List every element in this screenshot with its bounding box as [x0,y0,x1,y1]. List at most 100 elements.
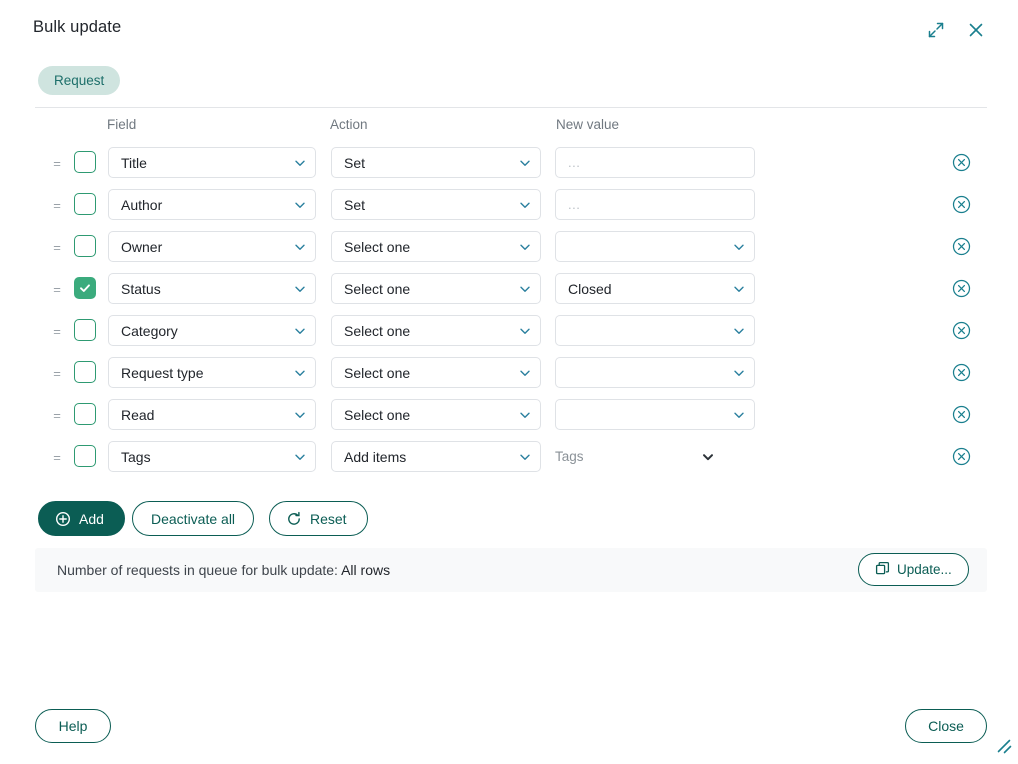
tags-picker[interactable]: Tags [555,441,715,472]
field-select[interactable]: Owner [108,231,316,262]
action-select[interactable]: Set [331,189,541,220]
field-select[interactable]: Request type [108,357,316,388]
remove-circle-icon[interactable] [950,151,972,173]
resize-grip-icon[interactable] [994,736,1014,756]
chevron-down-icon [726,408,746,422]
table-row: = Category Select one [0,314,1018,356]
drag-handle-icon[interactable]: = [50,367,64,382]
reset-button[interactable]: Reset [269,501,368,536]
drag-handle-icon[interactable]: = [50,199,64,214]
remove-circle-icon[interactable] [950,361,972,383]
status-bar: Number of requests in queue for bulk upd… [35,548,987,592]
help-button[interactable]: Help [35,709,111,743]
action-select-label: Set [344,196,366,213]
dialog-footer: Help Close [0,709,1018,743]
drag-handle-icon[interactable]: = [50,325,64,340]
header-divider [35,107,987,108]
tags-picker-label: Tags [555,449,584,464]
remove-circle-icon[interactable] [950,277,972,299]
add-button[interactable]: Add [38,501,125,536]
table-row: = Author Set... [0,188,1018,230]
field-select[interactable]: Read [108,399,316,430]
field-select[interactable]: Tags [108,441,316,472]
queue-count-text: Number of requests in queue for bulk upd… [57,562,390,578]
action-select[interactable]: Select one [331,357,541,388]
chevron-down-icon [701,450,715,464]
reset-button-label: Reset [310,510,347,527]
remove-circle-icon[interactable] [950,319,972,341]
deactivate-all-button[interactable]: Deactivate all [132,501,255,536]
action-select-label: Select one [344,406,411,423]
field-select-label: Title [121,154,147,171]
row-checkbox[interactable] [74,151,96,173]
close-icon[interactable] [964,18,988,42]
action-select-label: Select one [344,364,411,381]
drag-handle-icon[interactable]: = [50,241,64,256]
action-select-label: Select one [344,238,411,255]
action-select[interactable]: Select one [331,315,541,346]
table-row: = Tags Add items Tags [0,440,1018,482]
chevron-down-icon [512,450,532,464]
queue-count-value: All rows [341,562,391,578]
dialog-titlebar: Bulk update [0,0,1018,58]
chevron-down-icon [287,156,307,170]
chevron-down-icon [512,282,532,296]
row-checkbox[interactable] [74,193,96,215]
update-button-label: Update... [897,562,952,577]
expand-diagonal-icon[interactable] [924,18,948,42]
row-checkbox[interactable] [74,277,96,299]
field-select[interactable]: Status [108,273,316,304]
action-select[interactable]: Select one [331,273,541,304]
row-toolbar: Add Deactivate all Reset [0,501,1018,536]
action-select[interactable]: Set [331,147,541,178]
new-value-select[interactable] [555,357,755,388]
field-select[interactable]: Category [108,315,316,346]
field-select-label: Tags [121,448,151,465]
field-select-label: Author [121,196,163,213]
new-value-select[interactable] [555,399,755,430]
action-select-label: Set [344,154,366,171]
entity-chip-request[interactable]: Request [38,66,121,95]
new-value-input[interactable]: ... [555,147,755,178]
table-row: = Status Select one Closed [0,272,1018,314]
chevron-down-icon [512,408,532,422]
new-value-input[interactable]: ... [555,189,755,220]
chevron-down-icon [287,366,307,380]
copy-icon [875,561,890,579]
chevron-down-icon [512,324,532,338]
remove-circle-icon[interactable] [950,403,972,425]
field-select[interactable]: Title [108,147,316,178]
chevron-down-icon [512,156,532,170]
new-value-placeholder: ... [568,197,581,212]
drag-handle-icon[interactable]: = [50,409,64,424]
action-select-label: Select one [344,280,411,297]
action-select[interactable]: Add items [331,441,541,472]
row-checkbox[interactable] [74,319,96,341]
deactivate-all-label: Deactivate all [151,510,236,527]
new-value-select[interactable] [555,315,755,346]
row-checkbox[interactable] [74,445,96,467]
remove-circle-icon[interactable] [950,445,972,467]
remove-circle-icon[interactable] [950,235,972,257]
action-select[interactable]: Select one [331,399,541,430]
close-button[interactable]: Close [905,709,987,743]
row-checkbox[interactable] [74,403,96,425]
queue-count-label: Number of requests in queue for bulk upd… [57,562,338,578]
action-select[interactable]: Select one [331,231,541,262]
new-value-select[interactable]: Closed [555,273,755,304]
table-row: = Title Set... [0,146,1018,188]
row-checkbox[interactable] [74,235,96,257]
drag-handle-icon[interactable]: = [50,451,64,466]
drag-handle-icon[interactable]: = [50,157,64,172]
new-value-placeholder: ... [568,155,581,170]
chevron-down-icon [287,198,307,212]
column-header-new-value: New value [556,117,620,132]
row-checkbox[interactable] [74,361,96,383]
field-select-label: Request type [121,364,204,381]
field-select-label: Status [121,280,161,297]
new-value-select[interactable] [555,231,755,262]
field-select[interactable]: Author [108,189,316,220]
update-button[interactable]: Update... [858,553,969,586]
remove-circle-icon[interactable] [950,193,972,215]
drag-handle-icon[interactable]: = [50,283,64,298]
